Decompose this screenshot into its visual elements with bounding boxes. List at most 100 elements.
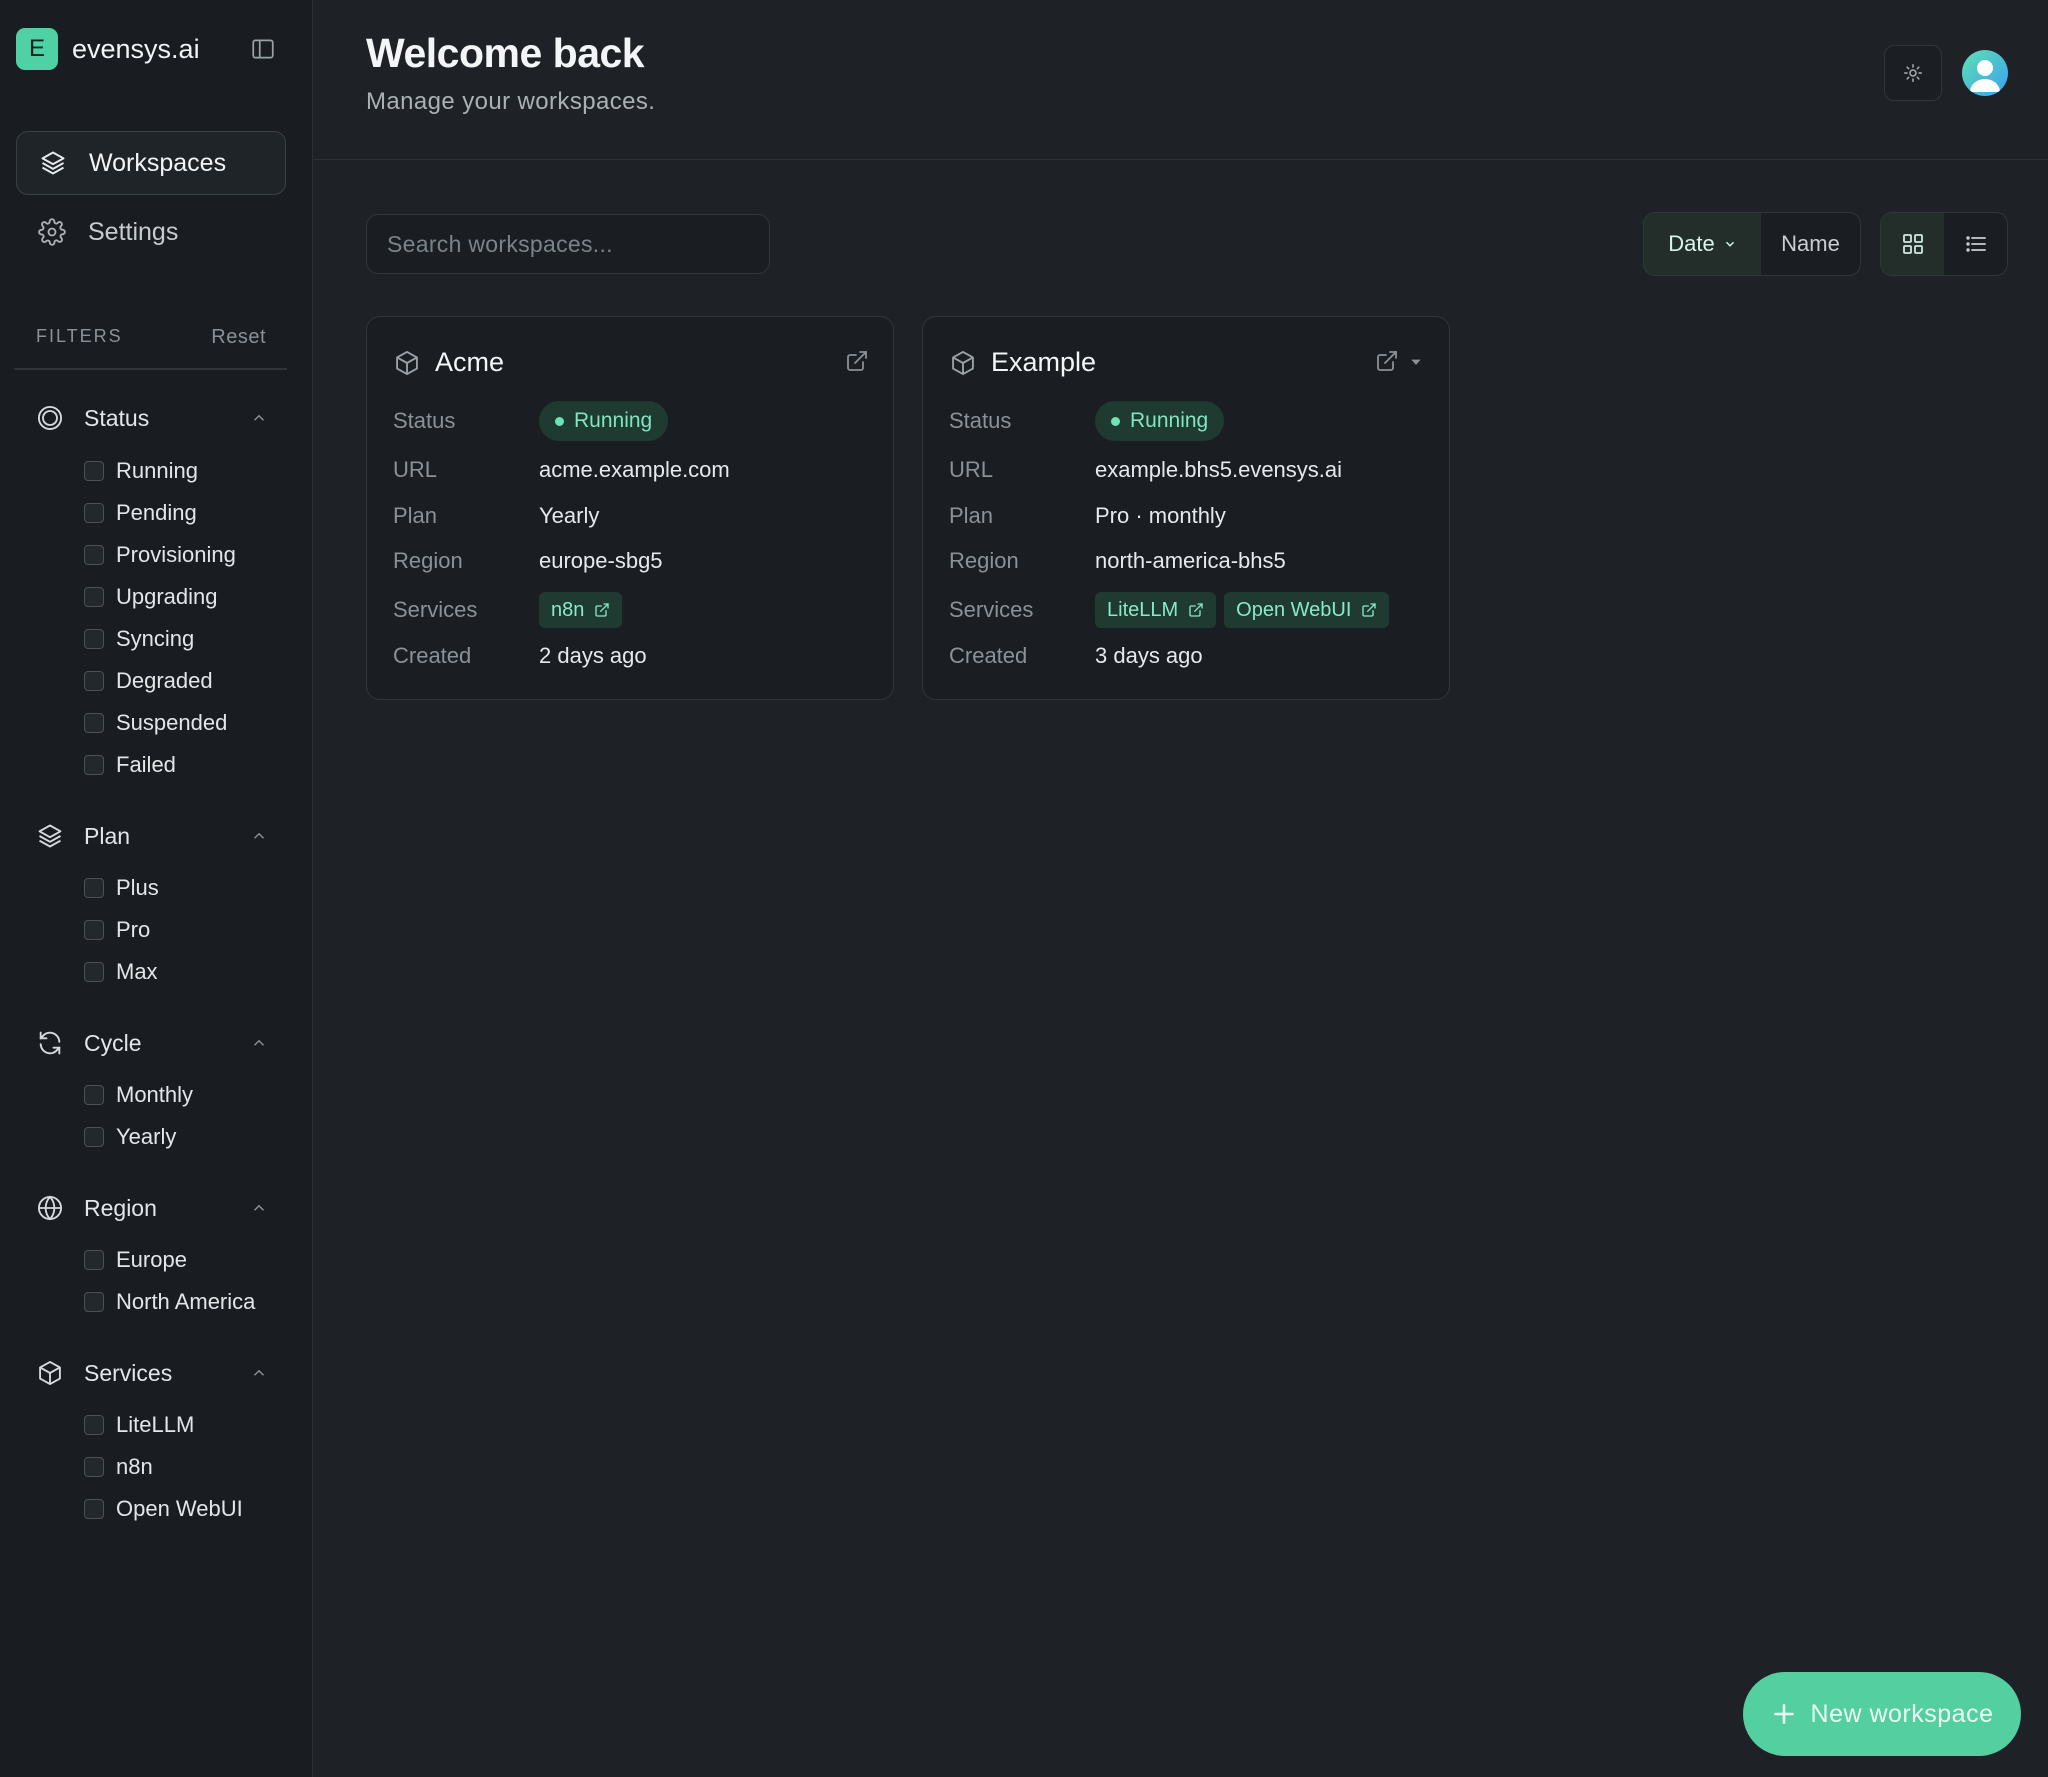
field-label: Status — [393, 408, 456, 433]
checkbox[interactable] — [84, 671, 104, 691]
checkbox[interactable] — [84, 1250, 104, 1270]
checkbox[interactable] — [84, 962, 104, 982]
box-icon — [36, 1359, 64, 1387]
field-row-region: Region north-america-bhs5 — [949, 548, 1286, 574]
list-view-button[interactable] — [1944, 213, 2007, 275]
service-link[interactable]: LiteLLM — [1095, 592, 1217, 628]
checkbox[interactable] — [84, 1127, 104, 1147]
filter-option-failed[interactable]: Failed — [84, 752, 176, 778]
filter-option-label: Europe — [116, 1247, 187, 1272]
chevron-up-icon[interactable] — [250, 1034, 268, 1052]
field-label: Region — [949, 548, 1019, 573]
box-icon — [393, 349, 421, 377]
field-row-created: Created 2 days ago — [393, 643, 647, 669]
checkbox[interactable] — [84, 545, 104, 565]
workspace-url[interactable]: example.bhs5.evensys.ai — [1095, 457, 1342, 483]
reset-filters-button[interactable]: Reset — [211, 326, 266, 349]
brand[interactable]: E evensys.ai — [16, 28, 200, 70]
filter-option-label: Upgrading — [116, 584, 218, 609]
checkbox[interactable] — [84, 713, 104, 733]
filter-option-max[interactable]: Max — [84, 959, 158, 985]
checkbox[interactable] — [84, 461, 104, 481]
external-link-icon — [594, 602, 610, 618]
checkbox[interactable] — [84, 503, 104, 523]
filter-option-label: Max — [116, 959, 158, 984]
filter-option-open-webui[interactable]: Open WebUI — [84, 1496, 243, 1522]
filter-group-services[interactable]: Services — [36, 1359, 268, 1387]
filter-group-label: Region — [84, 1194, 157, 1221]
filter-option-monthly[interactable]: Monthly — [84, 1082, 193, 1108]
filter-option-suspended[interactable]: Suspended — [84, 710, 227, 736]
filter-option-plus[interactable]: Plus — [84, 875, 159, 901]
workspace-card[interactable]: Acme Status Running URL acme.example.com… — [366, 316, 894, 700]
layers-icon — [36, 822, 64, 850]
filter-option-running[interactable]: Running — [84, 458, 198, 484]
field-row-services: Services n8n — [393, 592, 630, 628]
checkbox[interactable] — [84, 1292, 104, 1312]
chevron-up-icon[interactable] — [250, 1199, 268, 1217]
caret-down-icon[interactable] — [1409, 355, 1423, 369]
sort-name-button[interactable]: Name — [1761, 213, 1860, 275]
filter-option-pending[interactable]: Pending — [84, 500, 197, 526]
nav-item-workspaces[interactable]: Workspaces — [16, 131, 286, 195]
filter-option-syncing[interactable]: Syncing — [84, 626, 194, 652]
filter-group-plan[interactable]: Plan — [36, 822, 268, 850]
status-text: Running — [574, 409, 653, 432]
filter-option-label: Suspended — [116, 710, 228, 735]
external-link-icon[interactable] — [845, 349, 869, 373]
workspace-card-header: Acme — [393, 347, 504, 378]
chevron-down-icon — [1723, 237, 1737, 251]
sort-date-button[interactable]: Date — [1644, 213, 1761, 275]
service-link[interactable]: Open WebUI — [1224, 592, 1390, 628]
workspace-url[interactable]: acme.example.com — [539, 457, 730, 483]
filter-option-litellm[interactable]: LiteLLM — [84, 1412, 194, 1438]
filter-group-label: Cycle — [84, 1029, 142, 1056]
checkbox[interactable] — [84, 878, 104, 898]
field-row-status: Status Running — [949, 401, 1225, 441]
filter-group-status[interactable]: Status — [36, 404, 268, 432]
external-link-icon[interactable] — [1375, 349, 1399, 373]
nav-item-label: Settings — [88, 217, 179, 246]
filter-group-region[interactable]: Region — [36, 1194, 268, 1222]
checkbox[interactable] — [84, 755, 104, 775]
checkbox[interactable] — [84, 1085, 104, 1105]
checkbox[interactable] — [84, 1415, 104, 1435]
filter-option-n8n[interactable]: n8n — [84, 1454, 153, 1480]
filter-group-label: Services — [84, 1359, 173, 1386]
grid-view-button[interactable] — [1881, 213, 1944, 275]
service-link[interactable]: n8n — [539, 592, 623, 628]
sidebar-toggle-icon[interactable] — [250, 36, 276, 62]
filter-option-label: Monthly — [116, 1082, 194, 1107]
filter-option-label: n8n — [116, 1454, 153, 1479]
checkbox[interactable] — [84, 629, 104, 649]
filter-option-degraded[interactable]: Degraded — [84, 668, 213, 694]
filter-option-label: Plus — [116, 875, 159, 900]
filter-option-label: Open WebUI — [116, 1496, 243, 1521]
field-row-status: Status Running — [393, 401, 669, 441]
chevron-up-icon[interactable] — [250, 827, 268, 845]
filter-option-provisioning[interactable]: Provisioning — [84, 542, 236, 568]
filter-option-north-america[interactable]: North America — [84, 1289, 255, 1315]
filter-option-upgrading[interactable]: Upgrading — [84, 584, 218, 610]
avatar[interactable] — [1962, 50, 2008, 96]
chevron-up-icon[interactable] — [250, 409, 268, 427]
nav-item-settings[interactable]: Settings — [16, 200, 286, 264]
workspace-name: Acme — [435, 347, 505, 377]
globe-icon — [36, 1194, 64, 1222]
checkbox[interactable] — [84, 587, 104, 607]
field-row-services: Services LiteLLM Open WebUI — [949, 592, 1397, 628]
workspace-card[interactable]: Example Status Running URL example.bhs5.… — [922, 316, 1450, 700]
search-input[interactable] — [366, 214, 770, 274]
checkbox[interactable] — [84, 1499, 104, 1519]
theme-toggle-button[interactable] — [1884, 45, 1942, 101]
filter-group-cycle[interactable]: Cycle — [36, 1029, 268, 1057]
checkbox[interactable] — [84, 920, 104, 940]
chevron-up-icon[interactable] — [250, 1364, 268, 1382]
filter-option-yearly[interactable]: Yearly — [84, 1124, 176, 1150]
filter-option-pro[interactable]: Pro — [84, 917, 150, 943]
checkbox[interactable] — [84, 1457, 104, 1477]
filter-option-europe[interactable]: Europe — [84, 1247, 187, 1273]
new-workspace-button[interactable]: New workspace — [1743, 1672, 2021, 1756]
field-label: URL — [949, 457, 994, 482]
divider — [14, 368, 287, 370]
